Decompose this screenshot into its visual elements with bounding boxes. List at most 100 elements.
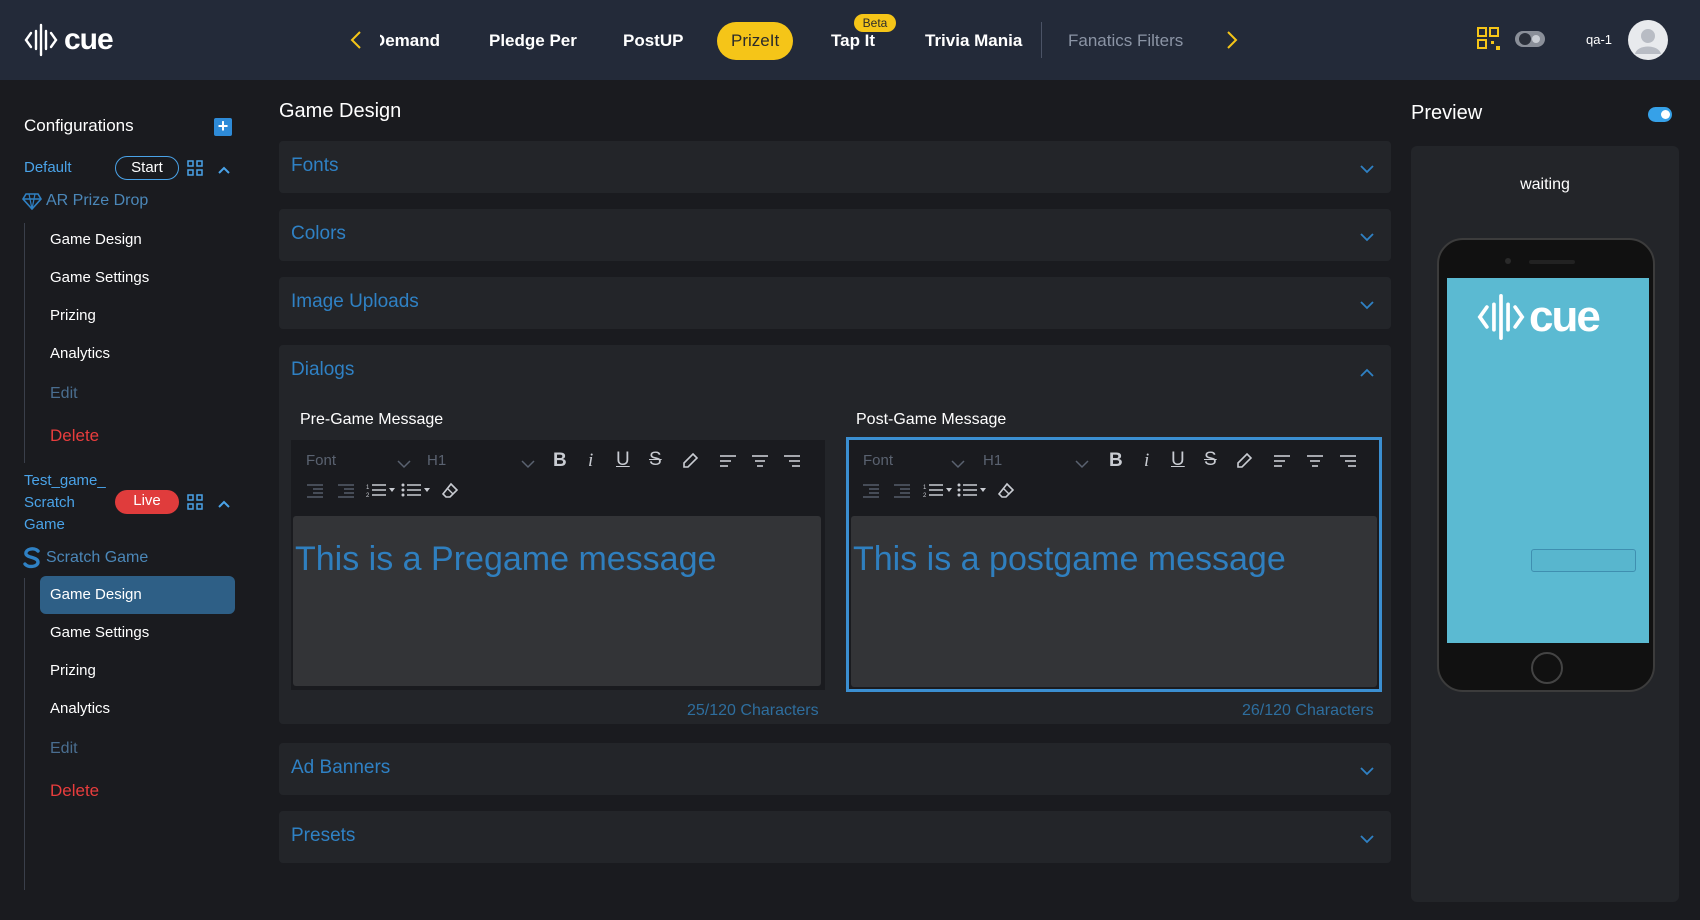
- heading-select[interactable]: H1: [983, 452, 1002, 469]
- tab-trivia-mania[interactable]: Trivia Mania: [925, 22, 1022, 60]
- section-label: Ad Banners: [291, 757, 391, 778]
- bullet-list-icon[interactable]: [957, 482, 987, 503]
- sidebar-item-game-design[interactable]: Game Design: [40, 576, 235, 614]
- chevron-up-icon[interactable]: [1359, 365, 1375, 383]
- chevron-down-icon[interactable]: [1359, 161, 1375, 179]
- align-center-icon[interactable]: [751, 454, 769, 473]
- section-fonts[interactable]: Fonts: [279, 141, 1391, 193]
- sidebar-item-delete[interactable]: Delete: [40, 417, 235, 455]
- chevron-down-icon[interactable]: [521, 456, 535, 474]
- highlighter-icon[interactable]: [681, 452, 699, 475]
- bold-icon[interactable]: B: [553, 450, 567, 472]
- plus-square-icon[interactable]: +: [214, 117, 232, 136]
- chevron-down-icon[interactable]: [397, 456, 411, 474]
- nav-next-arrow-icon[interactable]: [1222, 28, 1242, 52]
- bullet-list-icon[interactable]: [401, 482, 431, 503]
- section-presets[interactable]: Presets: [279, 811, 1391, 863]
- sidebar-item-delete[interactable]: Delete: [40, 772, 235, 810]
- sidebar-item-prizing[interactable]: Prizing: [40, 297, 235, 335]
- numbered-list-icon[interactable]: 12: [923, 482, 953, 503]
- sidebar-item-edit[interactable]: Edit: [40, 375, 235, 413]
- align-left-icon[interactable]: [719, 454, 737, 473]
- game-label: Scratch Game: [46, 549, 149, 566]
- preview-toggle[interactable]: [1648, 107, 1672, 122]
- outdent-icon[interactable]: [862, 484, 880, 503]
- phone-home-button: [1531, 652, 1563, 684]
- pregame-text-area[interactable]: This is a Pregame message: [293, 516, 821, 686]
- sidebar-item-analytics[interactable]: Analytics: [40, 335, 235, 373]
- sidebar-item-game-design[interactable]: Game Design: [40, 221, 235, 259]
- tab-pledge-per[interactable]: Pledge Per: [489, 22, 577, 60]
- sidebar-item-prizing[interactable]: Prizing: [40, 652, 235, 690]
- chevron-down-icon[interactable]: [1359, 763, 1375, 781]
- postgame-text-area[interactable]: This is a postgame message: [851, 516, 1377, 687]
- tab-tap-it[interactable]: Tap It: [831, 22, 875, 60]
- chevron-up-icon[interactable]: [217, 496, 231, 514]
- sidebar-item-game-settings[interactable]: Game Settings: [40, 614, 235, 652]
- game-scratch-game[interactable]: Scratch Game: [22, 547, 148, 569]
- chevron-down-icon[interactable]: [1075, 456, 1089, 474]
- phone-mockup: cue: [1437, 238, 1655, 692]
- config-name-default[interactable]: Default: [24, 157, 72, 179]
- section-ad-banners[interactable]: Ad Banners: [279, 743, 1391, 795]
- outdent-icon[interactable]: [306, 484, 324, 503]
- highlighter-icon[interactable]: [1235, 452, 1253, 475]
- status-badge-start[interactable]: Start: [115, 156, 179, 180]
- eraser-icon[interactable]: [441, 482, 459, 505]
- qr-code-icon[interactable]: [187, 494, 203, 515]
- underline-icon[interactable]: U: [1171, 449, 1185, 471]
- font-select[interactable]: Font: [306, 452, 336, 469]
- tree-line: [24, 578, 25, 890]
- chevron-down-icon[interactable]: [1359, 297, 1375, 315]
- theme-toggle-icon[interactable]: [1514, 28, 1546, 55]
- tab-prizeit[interactable]: PrizeIt: [717, 22, 794, 60]
- sidebar-title: Configurations: [24, 116, 134, 135]
- bold-icon[interactable]: B: [1109, 450, 1123, 472]
- tab-fanatics-filters[interactable]: Fanatics Filters: [1068, 22, 1183, 60]
- postgame-char-count: 26/120 Characters: [1242, 702, 1374, 719]
- align-center-icon[interactable]: [1306, 454, 1324, 473]
- chevron-down-icon[interactable]: [1359, 831, 1375, 849]
- chevron-down-icon[interactable]: [951, 456, 965, 474]
- sidebar-item-analytics[interactable]: Analytics: [40, 690, 235, 728]
- nav-divider: [1041, 22, 1042, 58]
- user-avatar-icon[interactable]: [1628, 20, 1668, 60]
- indent-icon[interactable]: [337, 484, 355, 503]
- phone-input-field[interactable]: [1531, 549, 1636, 572]
- status-badge-live[interactable]: Live: [115, 490, 179, 514]
- strikethrough-icon[interactable]: S: [649, 449, 662, 471]
- config-name-test-game[interactable]: Test_game_ Scratch Game: [24, 470, 106, 536]
- indent-icon[interactable]: [893, 484, 911, 503]
- postgame-text: This is a postgame message: [853, 540, 1286, 578]
- pregame-char-count: 25/120 Characters: [687, 702, 819, 719]
- nav-prev-arrow-icon[interactable]: [346, 28, 366, 52]
- sidebar-item-edit[interactable]: Edit: [40, 730, 235, 768]
- game-ar-prize-drop[interactable]: AR Prize Drop: [22, 192, 148, 210]
- qr-code-icon[interactable]: [187, 160, 203, 181]
- numbered-list-icon[interactable]: 12: [366, 482, 396, 503]
- preview-panel: waiting cue: [1411, 146, 1679, 902]
- cue-logo[interactable]: cue: [24, 22, 114, 58]
- sidebar-item-game-settings[interactable]: Game Settings: [40, 259, 235, 297]
- underline-icon[interactable]: U: [616, 449, 630, 471]
- italic-icon[interactable]: i: [1144, 450, 1149, 472]
- chevron-down-icon[interactable]: [1359, 229, 1375, 247]
- section-image-uploads[interactable]: Image Uploads: [279, 277, 1391, 329]
- section-colors[interactable]: Colors: [279, 209, 1391, 261]
- heading-select[interactable]: H1: [427, 452, 446, 469]
- chevron-up-icon[interactable]: [217, 162, 231, 180]
- italic-icon[interactable]: i: [588, 450, 593, 472]
- font-select[interactable]: Font: [863, 452, 893, 469]
- section-label[interactable]: Dialogs: [291, 359, 354, 381]
- strikethrough-icon[interactable]: S: [1204, 449, 1217, 471]
- eraser-icon[interactable]: [997, 482, 1015, 505]
- align-right-icon[interactable]: [1339, 454, 1357, 473]
- svg-text:2: 2: [366, 493, 370, 498]
- top-navbar: cue Demand Pledge Per PostUP PrizeIt Bet…: [0, 0, 1700, 80]
- align-left-icon[interactable]: [1273, 454, 1291, 473]
- qr-code-icon[interactable]: [1476, 26, 1502, 57]
- tab-demand[interactable]: Demand: [380, 22, 440, 60]
- tab-postup[interactable]: PostUP: [623, 22, 683, 60]
- align-right-icon[interactable]: [783, 454, 801, 473]
- username[interactable]: qa-1: [1586, 32, 1612, 47]
